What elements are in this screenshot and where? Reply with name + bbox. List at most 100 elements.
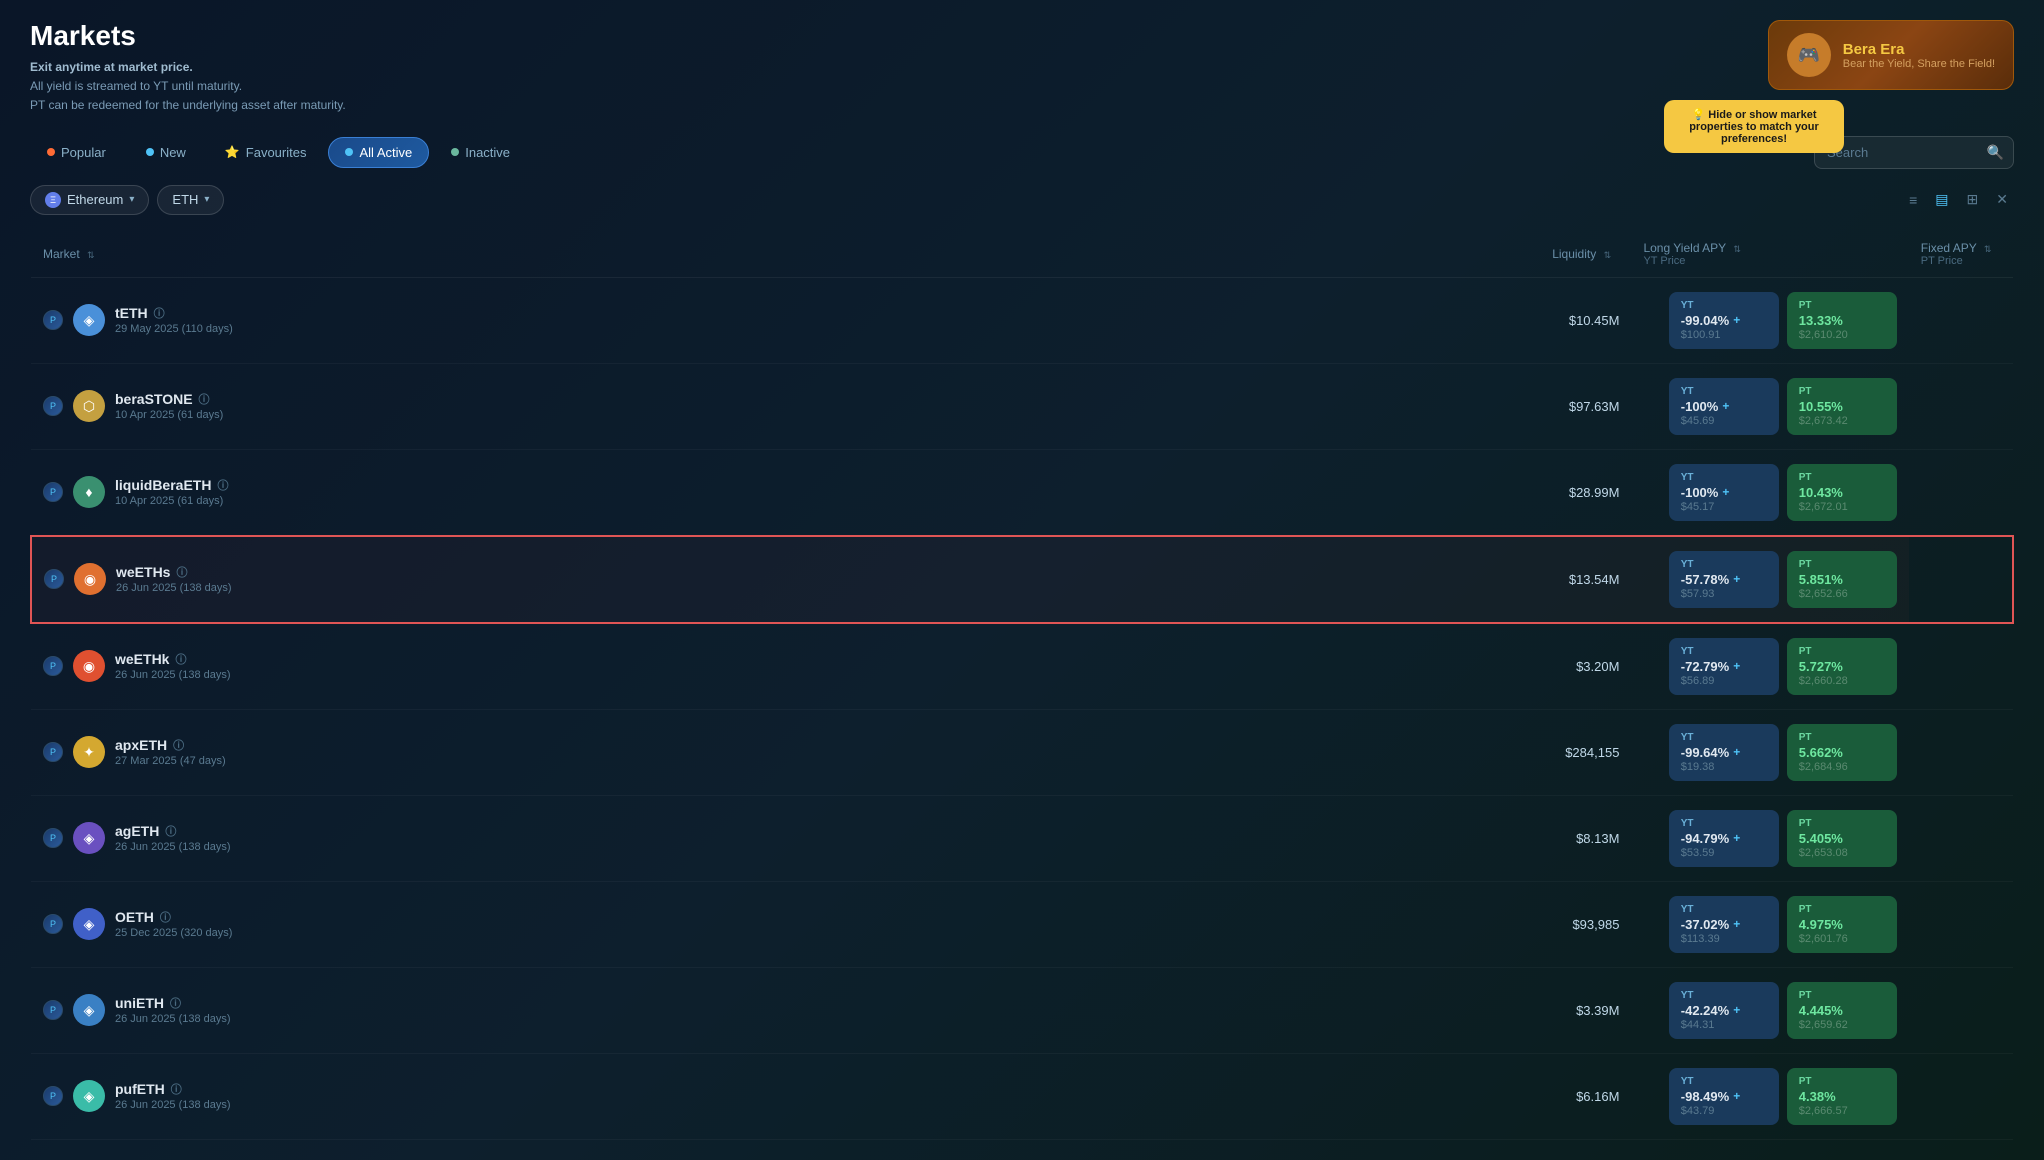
ethereum-filter[interactable]: Ξ Ethereum ▾ <box>30 185 149 215</box>
view-close-icon[interactable]: ✕ <box>1990 187 2014 212</box>
pt-btn-uniETH[interactable]: PT 4.445% $2,659.62 <box>1787 982 1897 1039</box>
info-icon-pufETH[interactable]: ⓘ <box>171 1081 182 1097</box>
pt-price-uniETH: $2,659.62 <box>1799 1019 1848 1031</box>
pt-btn-teth[interactable]: PT 13.33% $2,610.20 <box>1787 292 1897 349</box>
table-row[interactable]: P ◈ agETH ⓘ 26 Jun 2025 (138 days) $8.13… <box>31 795 2013 881</box>
pt-btn-OETH[interactable]: PT 4.975% $2,601.76 <box>1787 896 1897 953</box>
subtitle-line1: Exit anytime at market price. <box>30 58 346 77</box>
table-row[interactable]: P ◉ weETHs ⓘ 26 Jun 2025 (138 days) $13.… <box>31 536 2013 623</box>
view-list-small-icon[interactable]: ≡ <box>1903 188 1923 212</box>
market-name-apxETH: apxETH <box>115 737 167 753</box>
pt-label: PT <box>1799 990 1812 1001</box>
info-icon-weETHk[interactable]: ⓘ <box>175 651 186 667</box>
pendle-icon: P <box>43 742 63 762</box>
pendle-icon: P <box>43 828 63 848</box>
pt-price-weETHs: $2,652.66 <box>1799 588 1848 600</box>
info-icon-teth[interactable]: ⓘ <box>154 305 165 321</box>
inactive-dot <box>451 148 459 156</box>
table-row[interactable]: P ◈ pufETH ⓘ 26 Jun 2025 (138 days) $6.1… <box>31 1053 2013 1139</box>
table-row[interactable]: P ◈ tETH ⓘ 29 May 2025 (110 days) $10.45… <box>31 277 2013 363</box>
fixed-sort-icon[interactable]: ⇅ <box>1984 244 1992 254</box>
market-cell-OETH: P ◈ OETH ⓘ 25 Dec 2025 (320 days) <box>31 881 1540 967</box>
yt-btn-apxETH[interactable]: YT -99.64% + $19.38 <box>1669 724 1779 781</box>
yt-value-OETH: -37.02% + <box>1681 917 1740 932</box>
pt-value-teth: 13.33% <box>1799 313 1843 328</box>
tabs-left: Popular New ⭐ Favourites All Active Inac… <box>30 137 526 168</box>
yt-plus-icon: + <box>1722 399 1729 413</box>
pt-value-liquidberaETH: 10.43% <box>1799 485 1843 500</box>
market-info-liquidberaETH: liquidBeraETH ⓘ 10 Apr 2025 (61 days) <box>115 477 228 507</box>
info-icon-weETHs[interactable]: ⓘ <box>176 564 187 580</box>
market-cell-teth: P ◈ tETH ⓘ 29 May 2025 (110 days) <box>31 277 1540 363</box>
asset-icon-apxETH: ✦ <box>73 736 105 768</box>
table-row[interactable]: P ⬡ beraSTONE ⓘ 10 Apr 2025 (61 days) $9… <box>31 363 2013 449</box>
yt-plus-icon: + <box>1733 313 1740 327</box>
view-grid-icon[interactable]: ⊞ <box>1961 187 1985 212</box>
info-icon-uniETH[interactable]: ⓘ <box>170 995 181 1011</box>
table-row[interactable]: P ♦ liquidBeraETH ⓘ 10 Apr 2025 (61 days… <box>31 449 2013 536</box>
yield-sort-icon[interactable]: ⇅ <box>1733 244 1741 254</box>
yt-btn-teth[interactable]: YT -99.04% + $100.91 <box>1669 292 1779 349</box>
yt-value-pufETH: -98.49% + <box>1681 1089 1740 1104</box>
pt-btn-berastone[interactable]: PT 10.55% $2,673.42 <box>1787 378 1897 435</box>
liquidity-pufETH: $6.16M <box>1540 1053 1631 1139</box>
yt-btn-agETH[interactable]: YT -94.79% + $53.59 <box>1669 810 1779 867</box>
pt-btn-weETHk[interactable]: PT 5.727% $2,660.28 <box>1787 638 1897 695</box>
search-icon[interactable]: 🔍 <box>1987 144 2004 161</box>
yt-value-teth: -99.04% + <box>1681 313 1740 328</box>
info-icon-liquidberaETH[interactable]: ⓘ <box>217 477 228 493</box>
yt-btn-berastone[interactable]: YT -100% + $45.69 <box>1669 378 1779 435</box>
pt-btn-pufETH[interactable]: PT 4.38% $2,666.57 <box>1787 1068 1897 1125</box>
market-cell-weETHk: P ◉ weETHk ⓘ 26 Jun 2025 (138 days) <box>31 623 1540 710</box>
liquidity-teth: $10.45M <box>1540 277 1631 363</box>
yt-label: YT <box>1681 1076 1694 1087</box>
pt-value-agETH: 5.405% <box>1799 831 1843 846</box>
table-row[interactable]: P ◈ uniETH ⓘ 26 Jun 2025 (138 days) $3.3… <box>31 967 2013 1053</box>
market-sort-icon[interactable]: ⇅ <box>87 250 95 260</box>
liquidity-sort-icon[interactable]: ⇅ <box>1604 250 1612 260</box>
pt-label: PT <box>1799 472 1812 483</box>
eth-asset-filter[interactable]: ETH ▾ <box>157 185 224 215</box>
tab-favourites[interactable]: ⭐ Favourites <box>209 138 323 167</box>
market-date-liquidberaETH: 10 Apr 2025 (61 days) <box>115 495 228 507</box>
liquidity-apxETH: $284,155 <box>1540 709 1631 795</box>
yt-plus-icon: + <box>1733 1003 1740 1017</box>
table-row[interactable]: P ◈ OETH ⓘ 25 Dec 2025 (320 days) $93,98… <box>31 881 2013 967</box>
info-icon-agETH[interactable]: ⓘ <box>165 823 176 839</box>
liquidity-uniETH: $3.39M <box>1540 967 1631 1053</box>
asset-icon-liquidberaETH: ♦ <box>73 476 105 508</box>
yt-btn-weETHs[interactable]: YT -57.78% + $57.93 <box>1669 551 1779 608</box>
yt-btn-OETH[interactable]: YT -37.02% + $113.39 <box>1669 896 1779 953</box>
tab-allactive[interactable]: All Active <box>328 137 429 168</box>
market-name-agETH: agETH <box>115 823 159 839</box>
yt-label: YT <box>1681 904 1694 915</box>
pt-btn-agETH[interactable]: PT 5.405% $2,653.08 <box>1787 810 1897 867</box>
bera-banner[interactable]: Bera Era Bear the Yield, Share the Field… <box>1768 20 2014 90</box>
pt-btn-liquidberaETH[interactable]: PT 10.43% $2,672.01 <box>1787 464 1897 521</box>
pt-value-apxETH: 5.662% <box>1799 745 1843 760</box>
search-input[interactable] <box>1814 136 2014 169</box>
tab-popular[interactable]: Popular <box>30 137 123 168</box>
info-icon-apxETH[interactable]: ⓘ <box>173 737 184 753</box>
pt-btn-apxETH[interactable]: PT 5.662% $2,684.96 <box>1787 724 1897 781</box>
pt-btn-weETHs[interactable]: PT 5.851% $2,652.66 <box>1787 551 1897 608</box>
table-row[interactable]: P ◉ weETHk ⓘ 26 Jun 2025 (138 days) $3.2… <box>31 623 2013 710</box>
yt-btn-pufETH[interactable]: YT -98.49% + $43.79 <box>1669 1068 1779 1125</box>
yt-cell-berastone: YT -100% + $45.69 PT 10.55% $2,673.42 <box>1631 363 1908 449</box>
market-cell-berastone: P ⬡ beraSTONE ⓘ 10 Apr 2025 (61 days) <box>31 363 1540 449</box>
view-list-icon[interactable]: ▤ <box>1929 187 1954 212</box>
info-icon-berastone[interactable]: ⓘ <box>199 391 210 407</box>
pt-label: PT <box>1799 732 1812 743</box>
tab-inactive[interactable]: Inactive <box>435 138 526 167</box>
tab-new[interactable]: New <box>129 137 203 168</box>
yt-label: YT <box>1681 646 1694 657</box>
market-info-pufETH: pufETH ⓘ 26 Jun 2025 (138 days) <box>115 1081 231 1111</box>
yt-btn-liquidberaETH[interactable]: YT -100% + $45.17 <box>1669 464 1779 521</box>
yt-value-apxETH: -99.64% + <box>1681 745 1740 760</box>
yt-btn-uniETH[interactable]: YT -42.24% + $44.31 <box>1669 982 1779 1039</box>
app-container: Markets Exit anytime at market price. Al… <box>0 0 2044 1160</box>
pt-price-teth: $2,610.20 <box>1799 329 1848 341</box>
table-row[interactable]: P ✦ apxETH ⓘ 27 Mar 2025 (47 days) $284,… <box>31 709 2013 795</box>
info-icon-OETH[interactable]: ⓘ <box>160 909 171 925</box>
yt-btn-weETHk[interactable]: YT -72.79% + $56.89 <box>1669 638 1779 695</box>
